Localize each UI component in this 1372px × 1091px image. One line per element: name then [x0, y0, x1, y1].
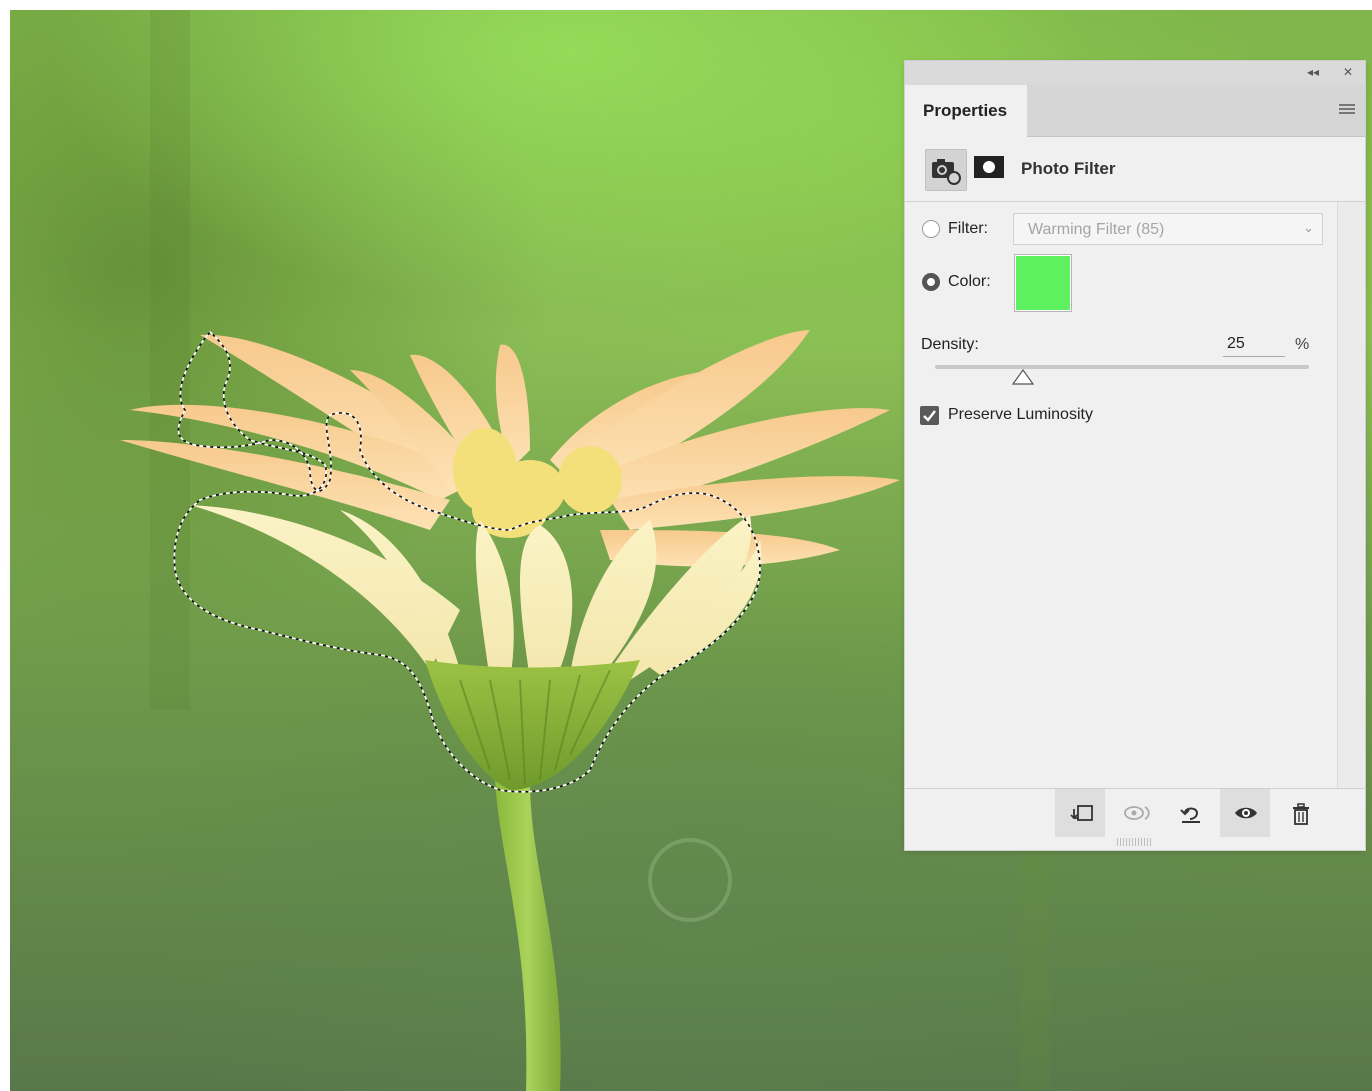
reset-adjustment-icon: [1180, 807, 1200, 823]
density-input[interactable]: 25: [1223, 335, 1285, 357]
toggle-visibility-button[interactable]: [1220, 789, 1270, 837]
panel-scrollbar-thumb[interactable]: [1337, 202, 1365, 788]
tab-properties[interactable]: Properties: [905, 85, 1027, 137]
density-label: Density:: [921, 336, 979, 353]
adjustment-header: Photo Filter: [905, 137, 1365, 202]
photo-filter-adjustment-icon[interactable]: [925, 149, 967, 191]
color-swatch-fill: [1016, 256, 1070, 310]
close-panel-icon[interactable]: ✕: [1343, 65, 1353, 79]
delete-adjustment-button[interactable]: [1275, 789, 1325, 837]
density-unit: %: [1295, 336, 1310, 353]
panel-title-bar[interactable]: ◂◂ ✕: [905, 61, 1365, 85]
toggle-visibility-icon: [1235, 807, 1257, 819]
chevron-down-icon: ⌄: [1303, 220, 1314, 235]
reset-adjustment-button[interactable]: [1165, 789, 1215, 837]
panel-tab-row: Properties: [905, 85, 1365, 137]
adjustment-title: Photo Filter: [1021, 159, 1116, 178]
filter-label: Filter:: [948, 220, 988, 237]
filter-dropdown[interactable]: Warming Filter (85) ⌄: [1013, 213, 1323, 245]
density-slider-thumb[interactable]: [1011, 368, 1035, 385]
checkmark-icon: [923, 410, 936, 422]
delete-adjustment-icon: [1293, 803, 1309, 825]
color-radio[interactable]: [922, 273, 940, 291]
layer-mask-icon[interactable]: [973, 155, 1005, 179]
color-label: Color:: [948, 273, 991, 290]
clip-to-layer-button[interactable]: [1055, 789, 1105, 837]
preserve-luminosity-label: Preserve Luminosity: [948, 406, 1093, 423]
panel-footer: [905, 788, 1365, 837]
filter-radio[interactable]: [922, 220, 940, 238]
collapse-panel-icon[interactable]: ◂◂: [1307, 65, 1319, 79]
panel-resize-grip[interactable]: [1117, 838, 1153, 846]
preserve-luminosity-checkbox[interactable]: [920, 406, 939, 425]
panel-menu-icon[interactable]: [1339, 104, 1355, 116]
density-slider-track[interactable]: [935, 365, 1309, 369]
view-previous-state-button[interactable]: [1110, 789, 1160, 837]
clip-to-layer-icon: [1070, 805, 1093, 821]
properties-panel: ◂◂ ✕ Properties Photo Filter Filter: War…: [905, 61, 1365, 850]
view-previous-state-icon: [1124, 806, 1150, 820]
filter-dropdown-value: Warming Filter (85): [1028, 221, 1165, 238]
color-swatch[interactable]: [1014, 254, 1072, 312]
